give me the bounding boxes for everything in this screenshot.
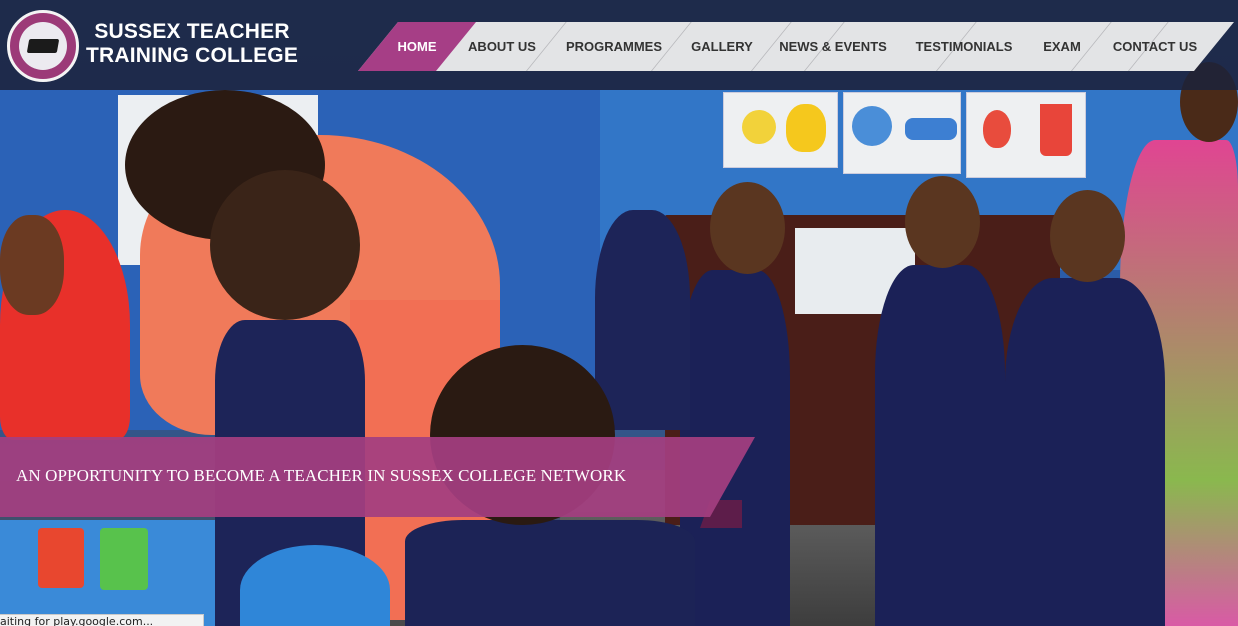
student-background xyxy=(595,210,690,430)
graduation-cap-icon xyxy=(26,39,60,53)
student-singing xyxy=(1005,278,1165,626)
site-title[interactable]: SUSSEX TEACHER TRAINING COLLEGE xyxy=(86,20,298,68)
ball-picture xyxy=(852,106,892,146)
site-title-line2: TRAINING COLLEGE xyxy=(86,44,299,67)
student-head xyxy=(0,215,64,315)
car-picture xyxy=(905,118,957,140)
balloon-picture xyxy=(983,110,1011,148)
nav-about-us[interactable]: ABOUT US xyxy=(454,22,550,71)
student-boy-foreground xyxy=(405,520,695,626)
browser-status-bar: aiting for play.google.com... xyxy=(0,614,204,626)
college-logo[interactable] xyxy=(7,10,79,82)
student-head xyxy=(1050,190,1125,282)
student-head xyxy=(905,176,980,268)
nav-programmes[interactable]: PROGRAMMES xyxy=(554,22,674,71)
student-singing xyxy=(875,265,1005,626)
moon-picture xyxy=(742,110,776,144)
blue-chair xyxy=(240,545,390,626)
student-head xyxy=(210,170,360,320)
duck-picture xyxy=(786,104,826,152)
site-title-line1: SUSSEX TEACHER xyxy=(94,20,290,43)
bucket-picture xyxy=(1040,104,1072,156)
nav-testimonials[interactable]: TESTIMONIALS xyxy=(906,22,1022,71)
paint-bottle xyxy=(100,528,148,590)
graduation-cap-globe-icon xyxy=(19,22,67,70)
nav-exam[interactable]: EXAM xyxy=(1034,22,1090,71)
paint-bottle xyxy=(38,528,84,588)
student-head xyxy=(710,182,785,274)
hero-image xyxy=(0,0,1238,626)
nav-contact-us[interactable]: CONTACT US xyxy=(1106,22,1204,71)
main-navigation: HOME ABOUT US PROGRAMMES GALLERY NEWS & … xyxy=(358,22,1234,71)
hero-banner-text: AN OPPORTUNITY TO BECOME A TEACHER IN SU… xyxy=(16,466,627,485)
nav-news-events[interactable]: NEWS & EVENTS xyxy=(772,22,894,71)
nav-gallery[interactable]: GALLERY xyxy=(680,22,764,71)
